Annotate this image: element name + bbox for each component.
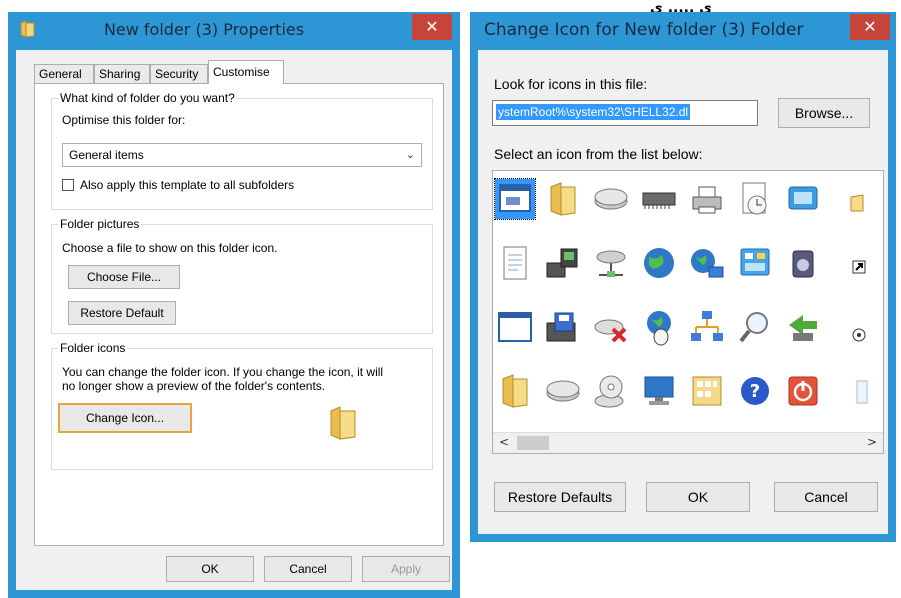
restore-default-button[interactable]: Restore Default — [68, 301, 176, 325]
tab-general[interactable]: General — [34, 64, 94, 83]
magnifier-icon[interactable] — [735, 307, 775, 347]
globe-mouse-icon[interactable] — [639, 307, 679, 347]
folder-icon[interactable] — [543, 179, 583, 219]
calculator-icon[interactable] — [687, 371, 727, 411]
close-button[interactable]: ✕ — [412, 14, 452, 40]
speaker-icon[interactable] — [783, 243, 823, 283]
recycle-bin-partial-icon[interactable] — [829, 371, 869, 411]
tab-security[interactable]: Security — [150, 64, 208, 83]
network-computer-icon[interactable] — [543, 243, 583, 283]
cd-drive-icon[interactable] — [591, 371, 631, 411]
close-button[interactable]: ✕ — [850, 14, 890, 40]
cancel-button[interactable]: Cancel — [264, 556, 352, 582]
icons-description-line1: You can change the folder icon. If you c… — [62, 365, 384, 379]
browse-button[interactable]: Browse... — [778, 98, 870, 128]
control-panel-icon[interactable] — [735, 243, 775, 283]
cancel-button[interactable]: Cancel — [774, 482, 878, 512]
horizontal-scrollbar[interactable]: < > — [493, 432, 883, 453]
look-for-label: Look for icons in this file: — [494, 76, 648, 92]
folder-kind-group: What kind of folder do you want? Optimis… — [51, 91, 433, 210]
properties-client: General Sharing Security Customise What … — [16, 50, 452, 590]
group-title: Folder icons — [58, 341, 128, 355]
memory-chip-icon[interactable] — [639, 179, 679, 219]
network-globe-icon[interactable] — [687, 243, 727, 283]
group-title: What kind of folder do you want? — [58, 91, 237, 105]
folder-preview-icon — [330, 406, 356, 440]
help-icon[interactable]: ? — [735, 371, 775, 411]
drive-delete-icon[interactable] — [591, 307, 631, 347]
clock-document-icon[interactable] — [735, 179, 775, 219]
change-icon-title: Change Icon for New folder (3) Folder — [484, 20, 804, 40]
monitor-icon[interactable] — [639, 371, 679, 411]
change-icon-button[interactable]: Change Icon... — [58, 403, 192, 433]
scroll-thumb[interactable] — [517, 436, 549, 450]
optimise-select[interactable]: General items ⌄ — [62, 143, 422, 167]
change-icon-titlebar[interactable]: Change Icon for New folder (3) Folder ✕ — [470, 12, 896, 50]
tab-customise[interactable]: Customise — [208, 60, 284, 84]
apply-button[interactable]: Apply — [362, 556, 450, 582]
apply-template-label: Also apply this template to all subfolde… — [80, 178, 295, 192]
optimise-label: Optimise this folder for: — [62, 113, 186, 127]
ok-button[interactable]: OK — [166, 556, 254, 582]
drive-icon[interactable] — [591, 179, 631, 219]
folder-partial-icon[interactable] — [829, 179, 869, 219]
folder-icon[interactable] — [495, 371, 535, 411]
scroll-right-icon[interactable]: > — [867, 435, 877, 449]
change-icon-client: Look for icons in this file: ystemRoot%\… — [478, 50, 888, 534]
floppy-computer-icon[interactable] — [543, 307, 583, 347]
printer-icon[interactable] — [687, 179, 727, 219]
properties-title: New folder (3) Properties — [103, 20, 305, 39]
file-path-field[interactable]: ystemRoot%\system32\SHELL32.dl — [492, 100, 758, 126]
application-window-icon[interactable] — [494, 178, 536, 220]
text-document-icon[interactable] — [495, 243, 535, 283]
globe-icon[interactable] — [639, 243, 679, 283]
network-server-icon[interactable] — [591, 243, 631, 283]
icons-description-line2: no longer show a preview of the folder's… — [62, 379, 326, 393]
change-icon-window: Change Icon for New folder (3) Folder ✕ … — [470, 12, 896, 542]
apply-template-checkbox[interactable] — [62, 179, 74, 191]
drive-icon[interactable] — [543, 371, 583, 411]
group-title: Folder pictures — [58, 217, 142, 231]
folder-properties-window: New folder (3) Properties ✕ General Shar… — [8, 12, 460, 598]
shortcut-arrow-icon[interactable] — [829, 243, 869, 283]
folder-icons-group: Folder icons You can change the folder i… — [51, 341, 433, 470]
network-tree-icon[interactable] — [687, 307, 727, 347]
scroll-left-icon[interactable]: < — [499, 435, 509, 449]
options-icon[interactable] — [829, 307, 869, 347]
chevron-down-icon: ⌄ — [405, 149, 415, 161]
tab-sharing[interactable]: Sharing — [94, 64, 150, 83]
ok-button[interactable]: OK — [646, 482, 750, 512]
network-arrow-icon[interactable] — [783, 307, 823, 347]
select-icon-label: Select an icon from the list below: — [494, 146, 703, 162]
optimise-select-value: General items — [69, 148, 144, 162]
screen-icon[interactable] — [783, 179, 823, 219]
power-icon[interactable] — [783, 371, 823, 411]
pictures-description: Choose a file to show on this folder ico… — [62, 241, 278, 255]
customise-panel: What kind of folder do you want? Optimis… — [34, 83, 444, 546]
properties-titlebar[interactable]: New folder (3) Properties ✕ — [8, 12, 460, 50]
choose-file-button[interactable]: Choose File... — [68, 265, 180, 289]
icon-list[interactable]: ? < > — [492, 170, 884, 454]
svg-text:?: ? — [750, 381, 760, 402]
file-path-value: ystemRoot%\system32\SHELL32.dl — [496, 104, 691, 120]
blank-window-icon[interactable] — [495, 307, 535, 347]
restore-defaults-button[interactable]: Restore Defaults — [494, 482, 626, 512]
folder-pictures-group: Folder pictures Choose a file to show on… — [51, 217, 433, 334]
